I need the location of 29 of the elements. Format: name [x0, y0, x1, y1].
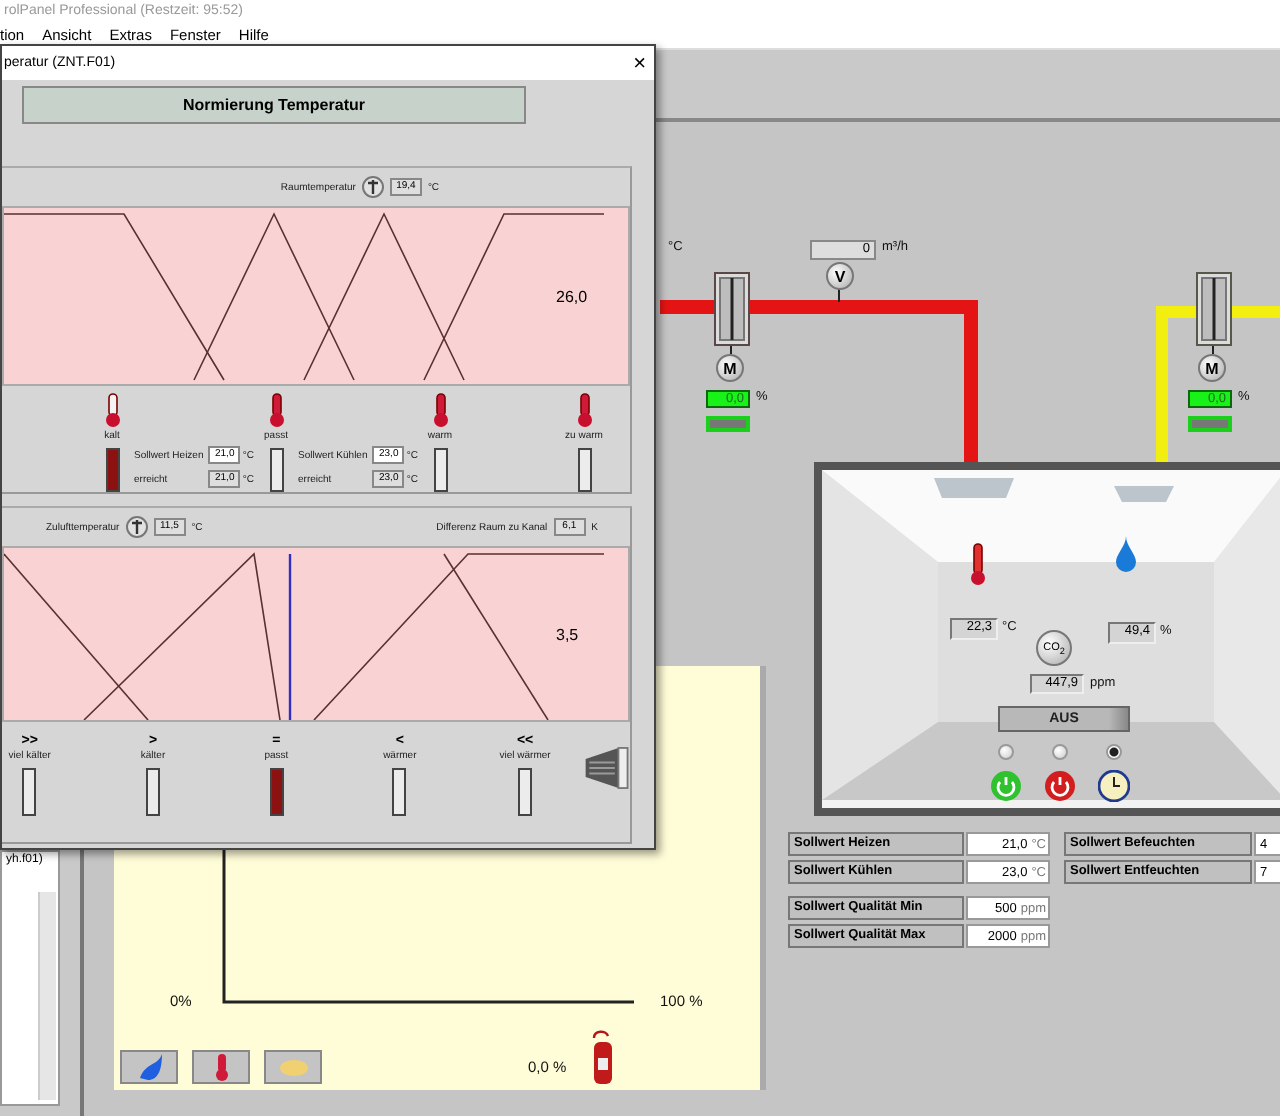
thermometer-icon — [267, 392, 285, 428]
thermometer-icon — [968, 542, 988, 586]
sensor-dial-icon — [361, 176, 384, 198]
power-icon — [990, 770, 1022, 802]
damper-indicator — [706, 416, 750, 432]
chart-mode-button[interactable] — [192, 1050, 250, 1084]
thermometer-icon — [103, 392, 121, 428]
fire-extinguisher-icon — [588, 1030, 616, 1086]
power-icon — [1044, 770, 1076, 802]
dialog-heading: Normierung Temperatur — [22, 86, 526, 124]
scale-value: 26,0 — [556, 287, 588, 305]
clock-icon — [1098, 770, 1130, 802]
damper-icon — [1196, 272, 1232, 346]
chart-mode-button[interactable] — [264, 1050, 322, 1084]
motor-sensor: M — [716, 354, 744, 382]
damper-indicator — [1188, 416, 1232, 432]
flow-sensor: V — [826, 262, 854, 290]
thermometer-icon — [575, 392, 593, 428]
water-drop-icon — [1116, 536, 1136, 572]
heat-exchanger-icon — [582, 742, 630, 794]
motor-sensor: M — [1198, 354, 1226, 382]
scale-value: 3,5 — [556, 625, 579, 643]
chart-mode-button[interactable] — [120, 1050, 178, 1084]
thermometer-icon — [431, 392, 449, 428]
sensor-dial-icon — [125, 516, 148, 538]
scrollbar[interactable] — [38, 892, 56, 1100]
ceiling-vent-icon — [1114, 486, 1174, 502]
close-button[interactable]: × — [625, 49, 654, 77]
damper-icon — [714, 272, 750, 346]
